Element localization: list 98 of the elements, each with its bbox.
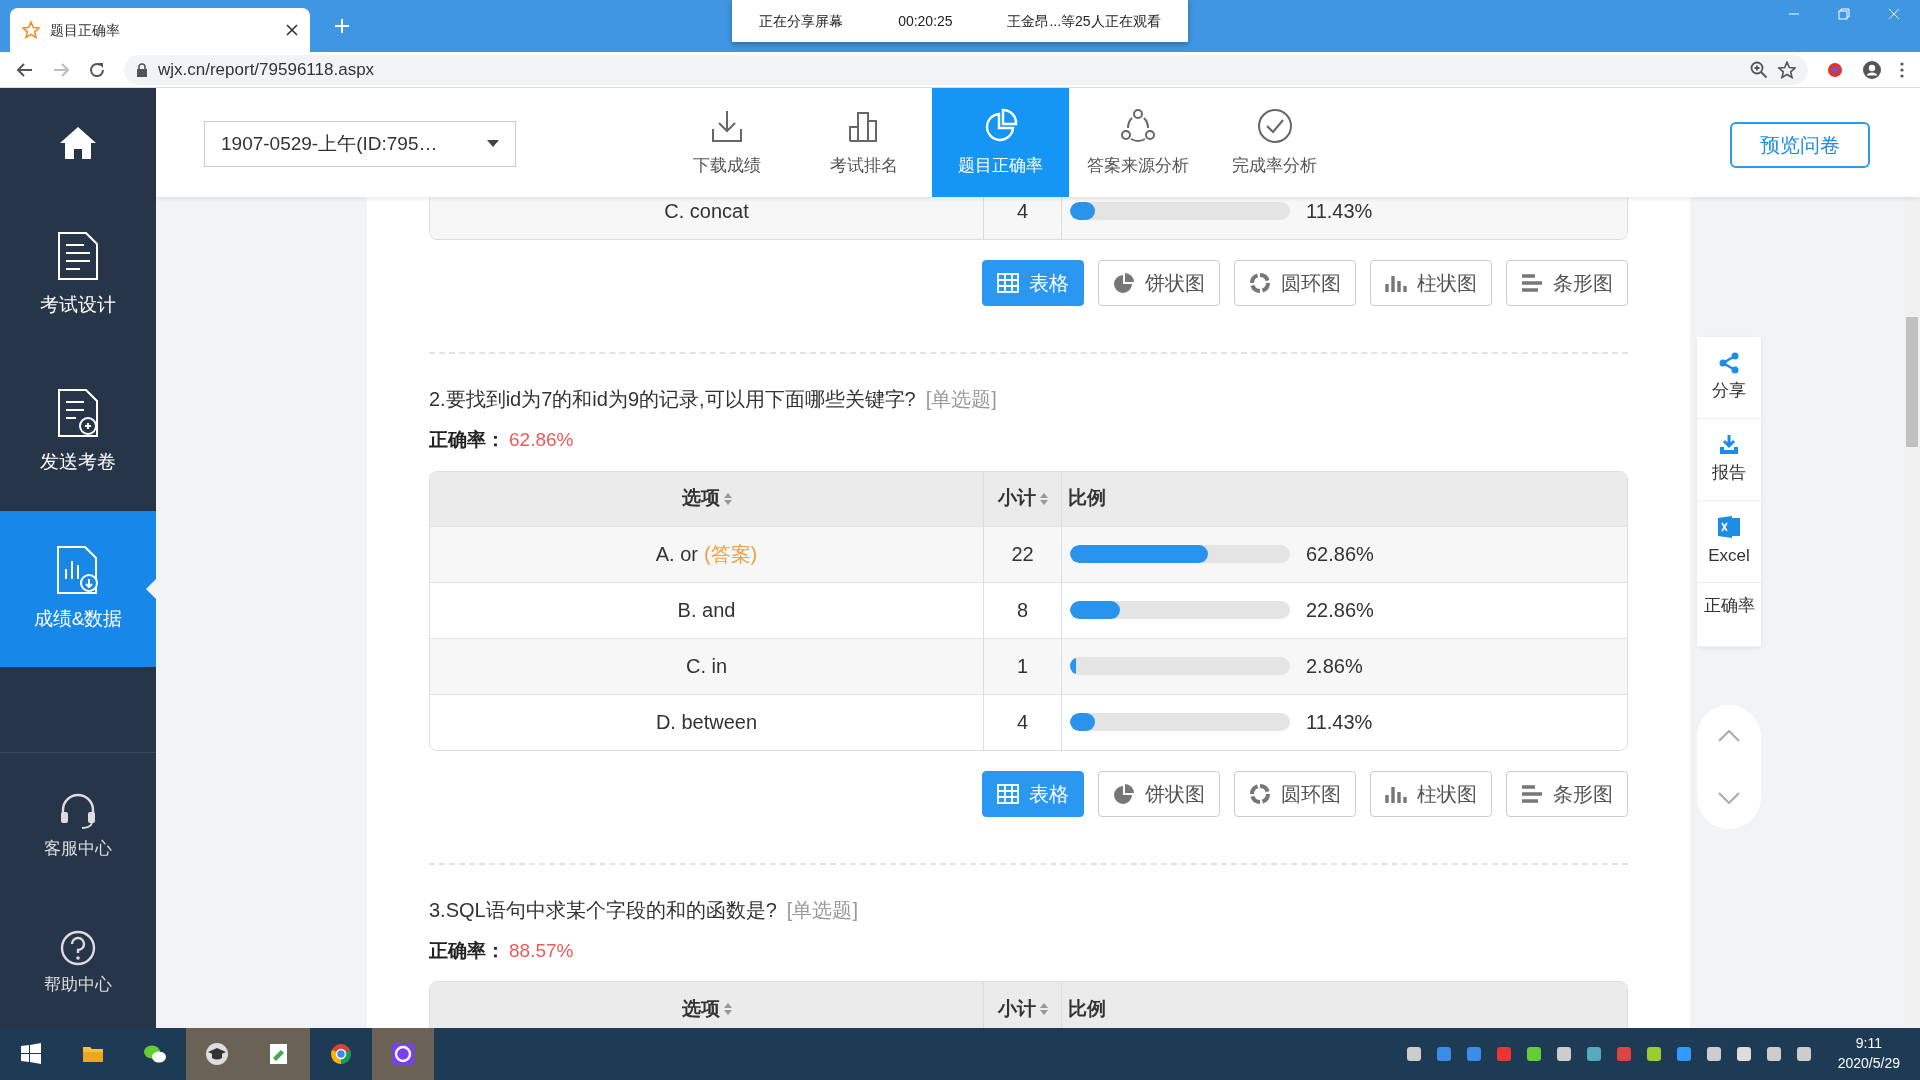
percent-text: 22.86% [1306,598,1374,623]
browser-icon[interactable] [329,1042,353,1066]
help-icon [60,930,96,967]
option-cell: C. in [430,638,984,694]
accuracy-value: 88.57% [509,939,574,961]
sort-icon [1039,491,1048,506]
share-status: 正在分享屏幕 [759,11,844,31]
address-bar[interactable]: wjx.cn/report/79596118.aspx [124,54,1808,85]
question-type: [单选题] [786,898,858,921]
sort-icon [1039,1002,1048,1016]
windows-icon[interactable] [19,1042,43,1066]
chart-type-button[interactable]: 条形图 [1506,260,1628,306]
document-icon [56,231,100,282]
sidebar-item[interactable]: 考试设计 [0,197,156,354]
reload-icon[interactable] [88,60,106,79]
question-type: [单选题] [925,388,997,410]
option-cell: B. and [430,582,984,638]
browser-tab[interactable]: 题目正确率 [10,8,310,52]
close-icon[interactable] [286,24,298,36]
sidebar-item[interactable]: 帮助中心 [0,900,156,1028]
sidebar-item[interactable]: 成绩&数据 [0,511,156,667]
sidebar-item[interactable]: 发送考卷 [0,354,156,511]
excel-icon [1717,514,1741,539]
side-tool-button[interactable]: Excel [1697,501,1761,583]
ring-icon[interactable] [391,1042,415,1066]
caret-icon [487,140,499,148]
accuracy-label: 正确率： [429,939,505,961]
percent-text: 62.86% [1306,542,1374,567]
option-cell: D. between [430,694,984,750]
pie-chart-icon [1113,782,1135,805]
count-cell: 22 [984,526,1062,582]
star-icon [22,21,40,39]
column-header: 选项 [681,486,720,511]
donut-icon [1249,272,1271,294]
count-cell: 4 [984,197,1062,239]
check-circle-icon [1255,106,1294,145]
bar-chart-icon [1521,272,1543,294]
star-icon[interactable] [1778,60,1796,79]
zoom-icon[interactable] [1750,60,1768,79]
percent-text: 2.86% [1306,654,1363,679]
nodes-icon [1118,106,1157,145]
preview-button[interactable]: 预览问卷 [1730,122,1870,168]
sort-icon [723,1002,732,1016]
graduation-cap-icon[interactable] [205,1042,229,1066]
side-tool-button[interactable]: 报告 [1697,419,1761,501]
column-header: 选项 [681,996,720,1021]
bar-chart-icon [1521,782,1543,805]
share-timer: 00:20:25 [898,11,953,31]
home-icon [58,124,98,161]
table-icon [997,272,1019,294]
percent-text: 11.43% [1306,199,1373,224]
viewer-count: 王金昂...等25人正在观看 [1007,11,1161,31]
chart-type-button[interactable]: 圆环图 [1234,770,1356,817]
scrollbar[interactable] [1904,197,1920,1028]
back-icon[interactable] [16,60,34,79]
document-icon [56,388,100,439]
nav-tab[interactable]: 答案来源分析 [1069,88,1206,197]
count-cell: 1 [984,638,1062,694]
pie-chart-icon [1113,272,1135,294]
extension-icon[interactable] [1826,60,1844,79]
count-cell: 8 [984,582,1062,638]
column-header: 小计 [997,486,1036,511]
plus-icon[interactable] [334,18,350,34]
accuracy-label: 正确率： [429,429,505,450]
nav-tab[interactable]: 考试排名 [795,88,932,197]
sort-icon [723,491,732,506]
account-icon[interactable] [1862,59,1882,80]
nav-tab[interactable]: 完成率分析 [1206,88,1343,197]
column-header: 比例 [1068,996,1106,1021]
survey-select[interactable]: 1907-0529-上午(ID:795… [204,121,516,167]
chart-type-button[interactable]: 条形图 [1506,770,1628,817]
percent-text: 11.43% [1306,710,1373,735]
count-cell: 4 [984,694,1062,750]
chart-document-icon [55,544,101,595]
chart-type-button[interactable]: 饼状图 [1098,770,1220,817]
share-icon [1718,351,1740,374]
column-header: 小计 [997,996,1036,1021]
chart-type-button[interactable]: 圆环图 [1234,260,1356,306]
question-title: 2.要找到id为7的和id为9的记录,可以用下面哪些关键字? [429,388,916,410]
headset-icon [58,791,98,830]
table-icon [997,782,1019,805]
menu-icon[interactable] [1900,61,1904,78]
nav-tab[interactable]: 下载成绩 [658,88,795,197]
chart-type-button[interactable]: 柱状图 [1370,260,1492,306]
side-tool-button[interactable]: 正确率 [1697,583,1761,647]
side-tool-button[interactable]: 分享 [1697,337,1761,419]
option-cell: A. or (答案) [430,526,984,582]
clock-time: 9:11 [1854,1034,1883,1054]
download-icon [1718,433,1740,456]
chart-type-button[interactable]: 饼状图 [1098,260,1220,306]
clock-date: 2020/5/29 [1837,1054,1900,1073]
column-header: 比例 [1068,486,1106,511]
chart-type-button[interactable]: 柱状图 [1370,770,1492,817]
accuracy-value: 62.86% [509,429,574,450]
option-cell: C. concat [430,197,984,239]
donut-icon [1249,782,1271,805]
lock-icon [136,62,148,77]
question-title: 3.SQL语句中求某个字段的和的函数是? [429,898,777,921]
